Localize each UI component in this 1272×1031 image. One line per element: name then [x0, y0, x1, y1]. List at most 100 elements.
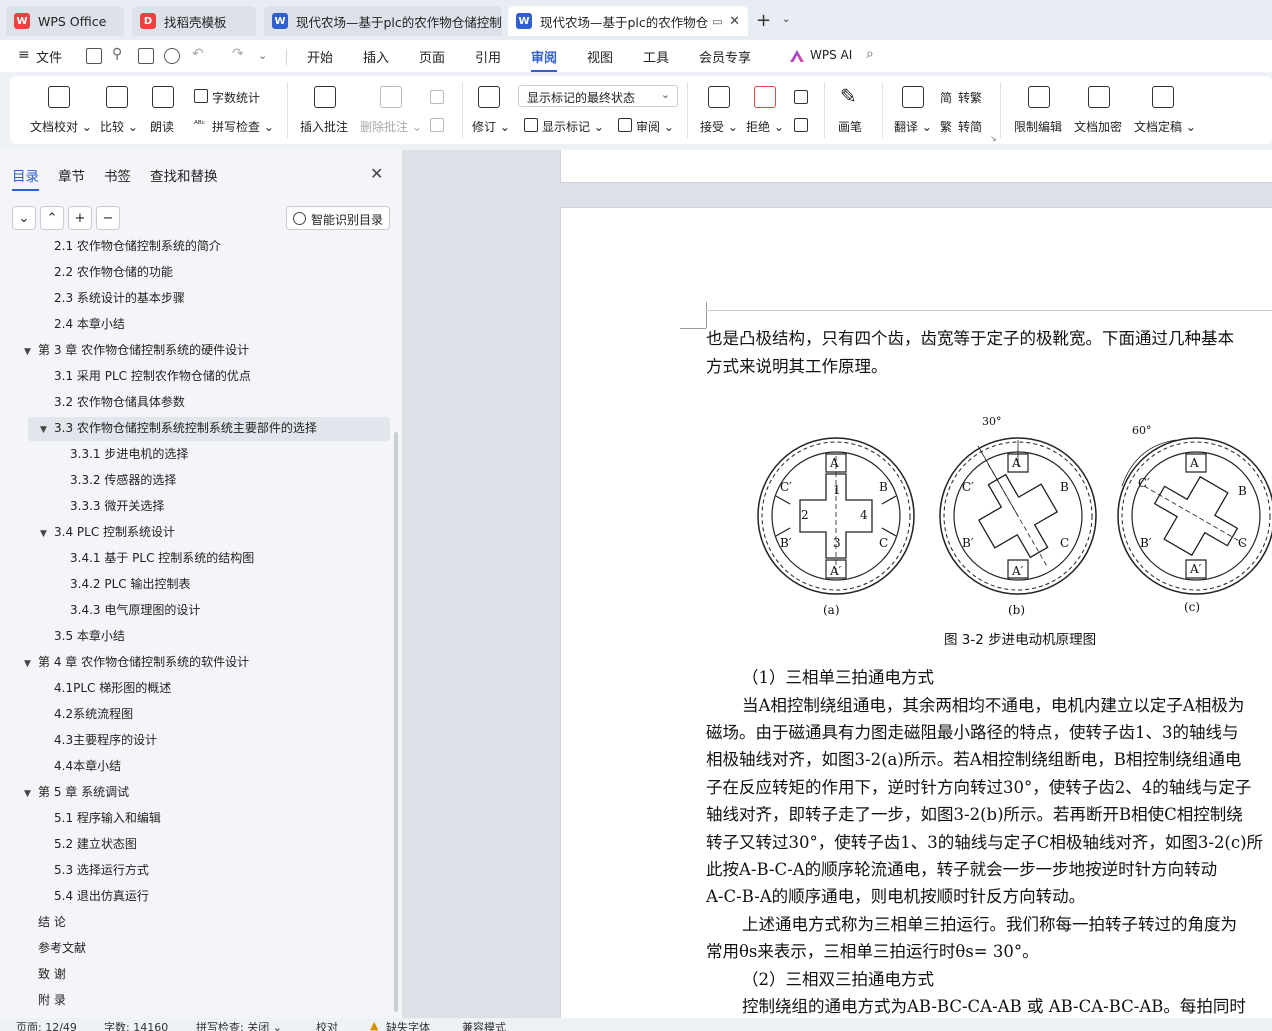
undo-icon[interactable]: ↶: [192, 46, 204, 62]
delete-comment-button[interactable]: 删除批注 ⌄: [360, 118, 422, 135]
review-pane-button[interactable]: 审阅 ⌄: [636, 118, 674, 135]
toc-item[interactable]: 致 谢: [38, 963, 66, 985]
expand-group-icon[interactable]: ↘: [990, 134, 997, 143]
page-indicator[interactable]: 页面: 12/49: [16, 1019, 77, 1031]
smart-toc-button[interactable]: 智能识别目录: [286, 206, 390, 230]
to-traditional-button[interactable]: 转繁: [958, 89, 982, 106]
expand-all-button[interactable]: ⌄: [12, 206, 36, 230]
expand-triangle-icon[interactable]: ▼: [40, 523, 54, 545]
toc-item[interactable]: 3.5 本章小结: [54, 625, 125, 647]
remove-heading-button[interactable]: −: [96, 206, 120, 230]
share-icon[interactable]: ⚲: [112, 46, 122, 62]
show-markup-button[interactable]: 显示标记 ⌄: [542, 118, 604, 135]
menu-insert[interactable]: 插入: [363, 47, 389, 66]
tab-toc[interactable]: 目录: [12, 165, 39, 191]
menu-view[interactable]: 视图: [587, 47, 613, 66]
expand-triangle-icon[interactable]: ▼: [24, 341, 38, 363]
tab-template[interactable]: D 找稻壳模板: [132, 6, 256, 36]
menu-review[interactable]: 审阅: [531, 47, 558, 72]
toc-item[interactable]: 3.4.1 基于 PLC 控制系统的结构图: [70, 547, 254, 569]
spell-check-button[interactable]: 拼写检查 ⌄: [212, 118, 274, 135]
search-icon[interactable]: ⌕: [866, 46, 874, 62]
toc-item[interactable]: 3.3.2 传感器的选择: [70, 469, 176, 491]
add-heading-button[interactable]: +: [68, 206, 92, 230]
accept-button[interactable]: 接受 ⌄: [700, 118, 738, 135]
toc-item[interactable]: 3.3.3 微开关选择: [70, 495, 164, 517]
tab-chapters[interactable]: 章节: [58, 165, 85, 185]
tab-document-2[interactable]: W 现代农场—基于plc的农作物仓 ▭ ✕: [508, 6, 748, 36]
toc-item[interactable]: 2.4 本章小结: [54, 313, 125, 335]
chevron-down-icon[interactable]: ⌄: [258, 49, 267, 62]
toc-item[interactable]: 5.1 程序输入和编辑: [54, 807, 161, 829]
pen-button[interactable]: 画笔: [838, 118, 862, 135]
toc-item[interactable]: 3.4.2 PLC 输出控制表: [70, 573, 190, 595]
translate-button[interactable]: 翻译 ⌄: [894, 118, 932, 135]
menu-membership[interactable]: 会员专享: [699, 47, 751, 66]
toc-item[interactable]: 4.3主要程序的设计: [54, 729, 157, 751]
toc-item[interactable]: 4.1PLC 梯形图的概述: [54, 677, 171, 699]
next-comment-icon[interactable]: [430, 118, 444, 132]
to-simplified-button[interactable]: 转简: [958, 118, 982, 135]
toc-item[interactable]: 2.1 农作物仓储控制系统的简介: [54, 238, 221, 257]
new-tab-icon[interactable]: +: [756, 10, 771, 31]
menu-wps-ai[interactable]: WPS AI: [810, 48, 852, 62]
spell-check-status[interactable]: 拼写检查: 关闭 ⌄: [196, 1019, 282, 1031]
finalize-button[interactable]: 文档定稿 ⌄: [1134, 118, 1196, 135]
track-changes-button[interactable]: 修订 ⌄: [472, 118, 510, 135]
menu-references[interactable]: 引用: [475, 47, 501, 66]
reject-button[interactable]: 拒绝 ⌄: [746, 118, 784, 135]
menu-home[interactable]: 开始: [307, 47, 333, 66]
tab-find-replace[interactable]: 查找和替换: [150, 165, 218, 185]
menu-page[interactable]: 页面: [419, 47, 445, 66]
toc-item[interactable]: 5.2 建立状态图: [54, 833, 137, 855]
collapse-all-button[interactable]: ⌃: [40, 206, 64, 230]
expand-triangle-icon[interactable]: ▼: [24, 653, 38, 675]
insert-comment-button[interactable]: 插入批注: [300, 118, 348, 135]
expand-triangle-icon[interactable]: ▼: [40, 419, 54, 441]
menu-file[interactable]: 文件: [36, 47, 62, 66]
toc-item[interactable]: 2.3 系统设计的基本步骤: [54, 287, 185, 309]
expand-triangle-icon[interactable]: ▼: [24, 783, 38, 805]
proofread-status[interactable]: 校对: [316, 1019, 338, 1031]
toc-item[interactable]: ▼ 第 3 章 农作物仓储控制系统的硬件设计: [24, 339, 249, 361]
toc-item[interactable]: 2.2 农作物仓储的功能: [54, 261, 173, 283]
toc-item[interactable]: ▼ 第 5 章 系统调试: [24, 781, 129, 803]
toc-item[interactable]: 3.3.1 步进电机的选择: [70, 443, 188, 465]
toc-item[interactable]: 3.4.3 电气原理图的设计: [70, 599, 200, 621]
toc-item[interactable]: 5.3 选择运行方式: [54, 859, 149, 881]
chevron-down-icon[interactable]: ⌄: [782, 14, 790, 25]
toc-item[interactable]: 4.4本章小结: [54, 755, 121, 777]
close-icon[interactable]: ✕: [370, 164, 383, 183]
toc-item[interactable]: ▼ 第 4 章 农作物仓储控制系统的软件设计: [24, 651, 249, 673]
redo-icon[interactable]: ↷: [232, 46, 244, 62]
print-preview-icon[interactable]: [164, 48, 180, 64]
toc-item[interactable]: ▼ 3.3 农作物仓储控制系统控制系统主要部件的选择: [40, 417, 317, 439]
encrypt-button[interactable]: 文档加密: [1074, 118, 1122, 135]
toc-item[interactable]: 参考文献: [38, 937, 86, 959]
markup-mode-select[interactable]: 显示标记的最终状态 ⌄: [518, 85, 678, 107]
read-aloud-button[interactable]: 朗读: [150, 118, 174, 135]
toc-scrollbar[interactable]: [394, 432, 398, 1012]
doc-check-button[interactable]: 文档校对 ⌄: [30, 118, 92, 135]
toc-item[interactable]: 4.2系统流程图: [54, 703, 133, 725]
next-revision-icon[interactable]: [794, 118, 808, 132]
word-count-button[interactable]: 字数统计: [212, 89, 260, 106]
toc-item[interactable]: 结 论: [38, 911, 66, 933]
print-icon[interactable]: [138, 48, 154, 64]
menu-tools[interactable]: 工具: [643, 47, 669, 66]
compare-button[interactable]: 比较 ⌄: [100, 118, 138, 135]
toc-item[interactable]: 3.1 采用 PLC 控制农作物仓储的优点: [54, 365, 251, 387]
hamburger-icon[interactable]: ≡: [18, 47, 30, 63]
close-tab-icon[interactable]: ✕: [723, 14, 740, 29]
tab-document-1[interactable]: W 现代农场—基于plc的农作物仓储控制: [264, 6, 502, 36]
restrict-edit-button[interactable]: 限制编辑: [1014, 118, 1062, 135]
prev-comment-icon[interactable]: [430, 90, 444, 104]
toc-item[interactable]: ▼ 3.4 PLC 控制系统设计: [40, 521, 175, 543]
prev-revision-icon[interactable]: [794, 90, 808, 104]
save-icon[interactable]: [86, 48, 102, 64]
tab-bookmarks[interactable]: 书签: [104, 165, 131, 185]
word-count[interactable]: 字数: 14160: [104, 1019, 168, 1031]
toc-item[interactable]: 附 录: [38, 989, 66, 1011]
toc-item[interactable]: 3.2 农作物仓储具体参数: [54, 391, 185, 413]
missing-font-status[interactable]: 缺失字体: [386, 1019, 430, 1031]
